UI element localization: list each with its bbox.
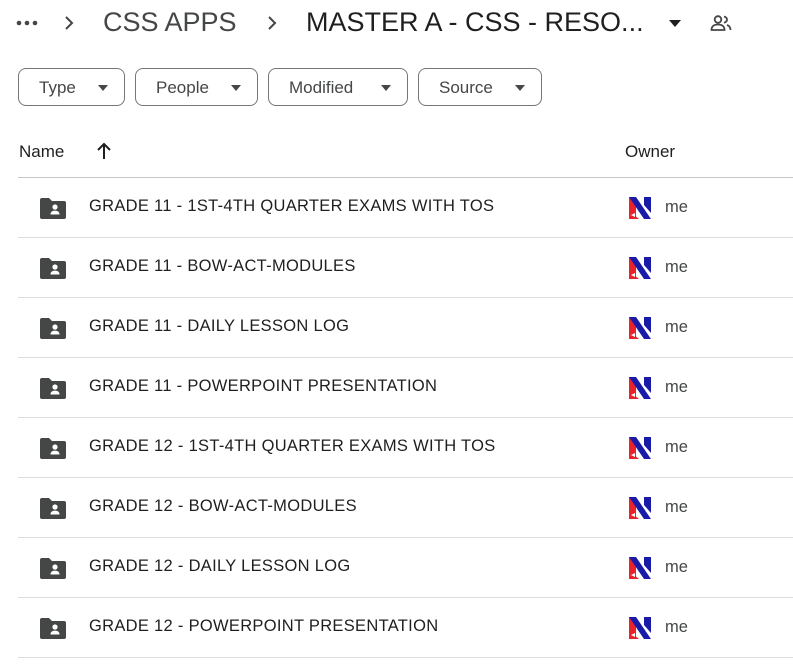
folder-name[interactable]: GRADE 12 - DAILY LESSON LOG xyxy=(89,557,351,576)
arrow-drop-down-icon xyxy=(515,85,525,91)
folder-name[interactable]: GRADE 11 - 1ST-4TH QUARTER EXAMS WITH TO… xyxy=(89,197,494,216)
table-header: Name Owner xyxy=(0,128,793,176)
avatar xyxy=(627,375,653,401)
shared-folder-icon xyxy=(40,317,66,339)
arrow-drop-down-icon[interactable] xyxy=(664,12,686,34)
filter-chip-source[interactable]: Source xyxy=(418,68,542,106)
table-row[interactable]: GRADE 11 - 1ST-4TH QUARTER EXAMS WITH TO… xyxy=(18,178,793,238)
avatar xyxy=(627,255,653,281)
owner-name: me xyxy=(665,378,688,396)
more-horiz-icon[interactable] xyxy=(14,14,40,32)
shared-people-icon[interactable] xyxy=(708,11,734,35)
shared-folder-icon xyxy=(40,257,66,279)
breadcrumb-current-folder[interactable]: MASTER A - CSS - RESO... xyxy=(306,4,644,40)
filter-chip-modified[interactable]: Modified xyxy=(268,68,408,106)
table-row[interactable]: GRADE 12 - BOW-ACT-MODULES me xyxy=(18,478,793,538)
table-row[interactable]: GRADE 11 - POWERPOINT PRESENTATION me xyxy=(18,358,793,418)
owner-name: me xyxy=(665,498,688,516)
shared-folder-icon xyxy=(40,617,66,639)
avatar xyxy=(627,495,653,521)
avatar xyxy=(627,435,653,461)
filter-chip-label: Source xyxy=(439,78,493,97)
chevron-right-icon xyxy=(62,12,76,34)
shared-folder-icon xyxy=(40,497,66,519)
arrow-drop-down-icon xyxy=(98,85,108,91)
owner-name: me xyxy=(665,198,688,216)
table-row[interactable]: GRADE 11 - DAILY LESSON LOG me xyxy=(18,298,793,358)
file-list: GRADE 11 - 1ST-4TH QUARTER EXAMS WITH TO… xyxy=(18,178,793,658)
breadcrumb: CSS APPS MASTER A - CSS - RESO... xyxy=(0,0,793,48)
chevron-right-icon xyxy=(265,12,279,34)
arrow-upward-icon[interactable] xyxy=(94,140,114,162)
owner-name: me xyxy=(665,258,688,276)
owner-name: me xyxy=(665,618,688,636)
filter-chip-people[interactable]: People xyxy=(135,68,258,106)
arrow-drop-down-icon xyxy=(231,85,241,91)
owner-name: me xyxy=(665,438,688,456)
shared-folder-icon xyxy=(40,557,66,579)
table-row[interactable]: GRADE 12 - 1ST-4TH QUARTER EXAMS WITH TO… xyxy=(18,418,793,478)
shared-folder-icon xyxy=(40,437,66,459)
table-row[interactable]: GRADE 11 - BOW-ACT-MODULES me xyxy=(18,238,793,298)
avatar xyxy=(627,195,653,221)
avatar xyxy=(627,555,653,581)
folder-name[interactable]: GRADE 12 - 1ST-4TH QUARTER EXAMS WITH TO… xyxy=(89,437,496,456)
owner-name: me xyxy=(665,558,688,576)
arrow-drop-down-icon xyxy=(381,85,391,91)
avatar xyxy=(627,615,653,641)
shared-folder-icon xyxy=(40,197,66,219)
folder-name[interactable]: GRADE 11 - DAILY LESSON LOG xyxy=(89,317,349,336)
folder-name[interactable]: GRADE 12 - POWERPOINT PRESENTATION xyxy=(89,617,438,636)
folder-name[interactable]: GRADE 12 - BOW-ACT-MODULES xyxy=(89,497,357,516)
folder-name[interactable]: GRADE 11 - POWERPOINT PRESENTATION xyxy=(89,377,437,396)
table-row[interactable]: GRADE 12 - DAILY LESSON LOG me xyxy=(18,538,793,598)
filter-chip-type[interactable]: Type xyxy=(18,68,125,106)
filter-chip-label: People xyxy=(156,78,209,97)
owner-name: me xyxy=(665,318,688,336)
filter-chip-label: Modified xyxy=(289,78,354,97)
table-row[interactable]: GRADE 12 - POWERPOINT PRESENTATION me xyxy=(18,598,793,658)
avatar xyxy=(627,315,653,341)
shared-folder-icon xyxy=(40,377,66,399)
breadcrumb-item-css-apps[interactable]: CSS APPS xyxy=(103,4,237,40)
column-header-owner[interactable]: Owner xyxy=(625,142,675,162)
column-header-name[interactable]: Name xyxy=(19,142,64,162)
filter-chip-label: Type xyxy=(39,78,76,97)
folder-name[interactable]: GRADE 11 - BOW-ACT-MODULES xyxy=(89,257,356,276)
